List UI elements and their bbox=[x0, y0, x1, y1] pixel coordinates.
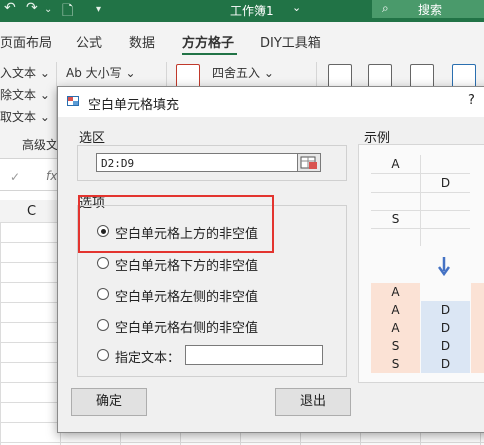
example-after-cell: A bbox=[371, 301, 420, 320]
table-icon[interactable] bbox=[410, 64, 434, 88]
document-icon[interactable] bbox=[368, 64, 392, 88]
file-icon[interactable]: 🗋 bbox=[62, 0, 73, 24]
radio-specified-text[interactable] bbox=[97, 349, 109, 361]
search-icon: ⌕ bbox=[382, 1, 389, 15]
example-after-cell: D bbox=[421, 355, 470, 373]
case-button[interactable]: Ab 大小写 ⌄ bbox=[66, 64, 136, 81]
ribbon-tabs: 页面布局 公式 数据 方方格子 DIY工具箱 bbox=[0, 22, 484, 58]
window-title: 工作簿1 bbox=[230, 4, 274, 18]
example-before-cell bbox=[371, 228, 421, 246]
tab-diy-toolbox[interactable]: DIY工具箱 bbox=[260, 32, 321, 51]
radio-left[interactable] bbox=[97, 288, 109, 300]
example-after-cell: A bbox=[371, 283, 420, 302]
range-picker-icon bbox=[300, 156, 317, 169]
tab-data[interactable]: 数据 bbox=[129, 32, 155, 51]
example-after-cell bbox=[471, 337, 484, 355]
tab-formulas[interactable]: 公式 bbox=[76, 32, 102, 51]
help-icon[interactable]: ? bbox=[468, 93, 475, 108]
example-before-cell: A bbox=[371, 155, 421, 174]
example-before-cell bbox=[421, 155, 470, 174]
check-icon[interactable]: ✓ bbox=[10, 170, 20, 184]
example-after-cell: S bbox=[371, 337, 420, 356]
option-left-label[interactable]: 空白单元格左侧的非空值 bbox=[115, 286, 258, 305]
example-before-cell: S bbox=[371, 210, 421, 229]
extract-text-button[interactable]: 取文本 ⌄ bbox=[0, 108, 50, 125]
option-specified-text-label[interactable]: 指定文本： bbox=[115, 347, 180, 366]
radio-below[interactable] bbox=[97, 257, 109, 269]
fill-blank-cells-dialog: 空白单元格填充 ? 选区 D2:D9 选项 空白单元格上方的非空值 空白单元格下… bbox=[57, 86, 484, 433]
column-header-c[interactable]: C bbox=[27, 204, 36, 219]
active-tab-underline bbox=[182, 53, 237, 55]
option-right-label[interactable]: 空白单元格右侧的非空值 bbox=[115, 317, 258, 336]
example-after-cell: D bbox=[421, 301, 470, 320]
undo-icon[interactable]: ↶ bbox=[4, 0, 16, 16]
example-after-cell bbox=[471, 319, 484, 337]
down-arrow-icon bbox=[438, 257, 450, 276]
advanced-text-group-label: 高级文 bbox=[22, 138, 59, 152]
radio-right[interactable] bbox=[97, 319, 109, 331]
example-after-cell: A bbox=[371, 319, 420, 338]
exit-button[interactable]: 退出 bbox=[275, 388, 351, 416]
example-before-cell bbox=[371, 174, 421, 193]
excel-title-bar: ↶ ↷ ⌄ 🗋 ▾ 工作簿1 ⌄ ⌕ 搜索 bbox=[0, 0, 484, 22]
clipboard-icon[interactable] bbox=[328, 64, 352, 88]
range-group-label: 选区 bbox=[79, 131, 106, 146]
select-range-button[interactable] bbox=[297, 153, 321, 172]
dialog-title: 空白单元格填充 bbox=[88, 98, 180, 113]
search-label: 搜索 bbox=[418, 3, 443, 17]
example-after-cell bbox=[471, 283, 484, 301]
example-after-cell bbox=[471, 301, 484, 319]
insert-text-button[interactable]: 入文本 ⌄ bbox=[0, 64, 50, 81]
delete-text-button[interactable]: 除文本 ⌄ bbox=[0, 86, 50, 103]
redo-icon[interactable]: ↷ bbox=[26, 0, 38, 16]
round-half-up-button[interactable]: 四舍五入 ⌄ bbox=[212, 64, 274, 81]
minus-icon[interactable] bbox=[176, 64, 200, 88]
tab-fangfangezi[interactable]: 方方格子 bbox=[182, 32, 234, 51]
selected-option-highlight bbox=[78, 195, 274, 253]
grid-icon bbox=[67, 96, 79, 106]
search-box[interactable]: ⌕ 搜索 bbox=[372, 0, 484, 18]
dialog-title-bar: 空白单元格填充 ? bbox=[58, 87, 484, 117]
table-blue-icon[interactable] bbox=[452, 64, 476, 88]
example-after-cell: D bbox=[421, 319, 470, 338]
ok-button[interactable]: 确定 bbox=[71, 388, 147, 416]
example-before-cell bbox=[421, 210, 470, 229]
range-input[interactable]: D2:D9 bbox=[96, 153, 321, 172]
example-after-cell: D bbox=[421, 337, 470, 356]
customize-qat-icon[interactable]: ▾ bbox=[96, 4, 101, 15]
specified-text-input[interactable] bbox=[185, 345, 323, 365]
example-after-cell: S bbox=[371, 355, 420, 373]
dropdown-icon[interactable]: ⌄ bbox=[44, 4, 52, 15]
example-after-cell bbox=[421, 283, 470, 301]
example-after-cell bbox=[471, 355, 484, 373]
option-below-label[interactable]: 空白单元格下方的非空值 bbox=[115, 255, 258, 274]
function-icon[interactable]: fx bbox=[46, 169, 57, 183]
example-before-cell bbox=[371, 192, 421, 211]
title-dropdown-icon[interactable]: ⌄ bbox=[292, 1, 301, 14]
example-before-cell: D bbox=[421, 174, 470, 193]
tab-page-layout[interactable]: 页面布局 bbox=[0, 32, 52, 51]
example-before-cell bbox=[421, 192, 470, 211]
